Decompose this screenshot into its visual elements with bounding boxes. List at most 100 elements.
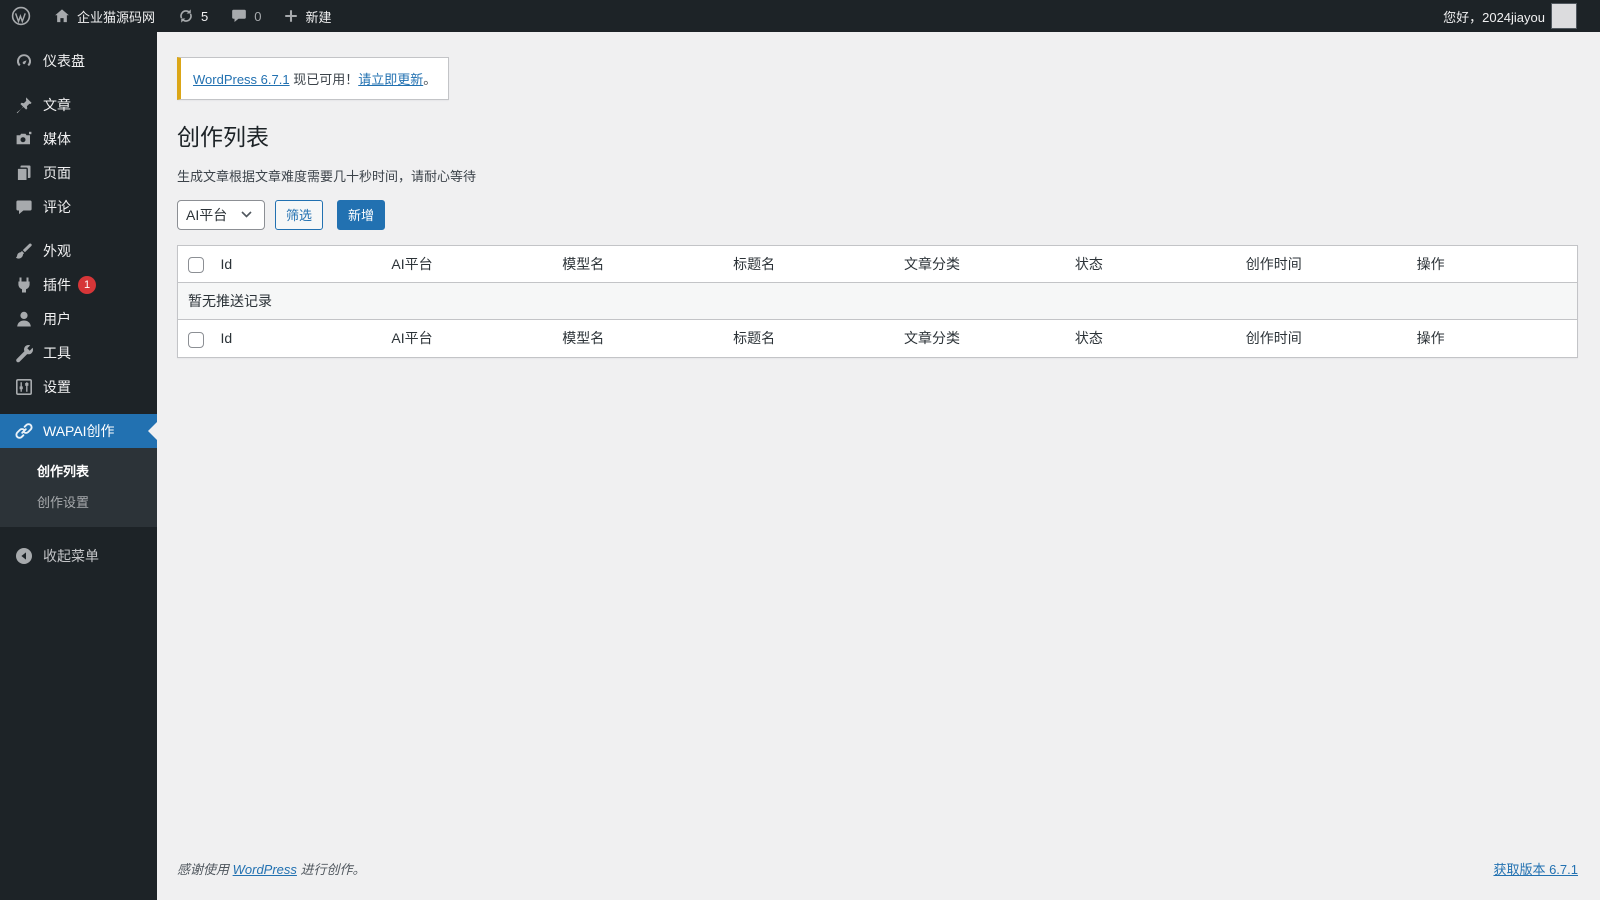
- notice-period: 。: [423, 72, 437, 87]
- new-content-label: 新建: [305, 9, 332, 25]
- sidebar-item-label: 设置: [43, 379, 71, 395]
- footer-wordpress-link[interactable]: WordPress: [233, 862, 297, 877]
- column-header-time: 创作时间: [1235, 245, 1407, 284]
- column-footer-status: 状态: [1064, 319, 1236, 358]
- chevron-down-icon: [241, 211, 252, 219]
- comment-icon: [230, 7, 248, 25]
- comments-link[interactable]: 0: [219, 0, 272, 32]
- wordpress-logo-icon: [11, 6, 31, 26]
- page-subtitle: 生成文章根据文章难度需要几十秒时间，请耐心等待: [177, 168, 477, 184]
- avatar: [1551, 3, 1577, 29]
- sidebar-item-label: WAPAI创作: [43, 423, 115, 439]
- footer-thanks-suffix: 进行创作。: [296, 862, 366, 877]
- site-name-label: 企业猫源码网: [77, 9, 156, 25]
- plug-icon: [14, 275, 34, 295]
- sidebar-item-comments[interactable]: 评论: [0, 190, 157, 224]
- wordpress-version-link[interactable]: WordPress 6.7.1: [193, 72, 290, 87]
- wapai-submenu: 创作列表 创作设置: [0, 448, 157, 527]
- admin-sidebar: 仪表盘 文章 媒体 页面 评论 外观 插件 1 用户 工具 设置 WAPAI创作…: [0, 32, 157, 900]
- sidebar-item-dashboard[interactable]: 仪表盘: [0, 44, 157, 78]
- dashboard-icon: [14, 51, 34, 71]
- column-header-actions: 操作: [1406, 245, 1578, 284]
- sidebar-item-wapai[interactable]: WAPAI创作: [0, 414, 157, 448]
- column-header-id: Id: [210, 245, 382, 284]
- sidebar-item-users[interactable]: 用户: [0, 302, 157, 336]
- comment-bubble-icon: [14, 197, 34, 217]
- menu-separator: [0, 224, 157, 234]
- column-footer-platform: AI平台: [381, 319, 553, 358]
- collapse-menu-label: 收起菜单: [43, 548, 99, 564]
- menu-separator: [0, 78, 157, 88]
- menu-separator: [0, 404, 157, 414]
- submenu-item-creation-list[interactable]: 创作列表: [0, 455, 157, 486]
- page-title: 创作列表: [177, 124, 269, 150]
- sidebar-item-plugins[interactable]: 插件 1: [0, 268, 157, 302]
- sidebar-item-label: 工具: [43, 345, 71, 361]
- table-footer-row: Id AI平台 模型名 标题名 文章分类 状态 创作时间 操作: [177, 319, 1578, 358]
- update-icon: [177, 7, 195, 25]
- comment-count: 0: [254, 8, 262, 24]
- wordpress-logo-menu[interactable]: [0, 0, 42, 32]
- admin-bar: 企业猫源码网 5 0 新建 您好，2024jiayou: [0, 0, 1600, 32]
- settings-sliders-icon: [14, 377, 34, 397]
- table-header-row: Id AI平台 模型名 标题名 文章分类 状态 创作时间 操作: [177, 245, 1578, 284]
- get-version-link[interactable]: 获取版本 6.7.1: [1493, 862, 1578, 877]
- creation-list-table: Id AI平台 模型名 标题名 文章分类 状态 创作时间 操作 暂无推送记录 I…: [177, 244, 1578, 358]
- home-icon: [53, 7, 71, 25]
- pushpin-icon: [14, 95, 34, 115]
- submenu-item-creation-settings[interactable]: 创作设置: [0, 486, 157, 517]
- sidebar-item-label: 仪表盘: [43, 53, 85, 69]
- filter-button[interactable]: 筛选: [275, 199, 324, 230]
- list-controls: AI平台 筛选 新增: [177, 199, 1578, 230]
- column-footer-category: 文章分类: [894, 319, 1065, 358]
- sidebar-item-posts[interactable]: 文章: [0, 88, 157, 122]
- media-icon: [14, 129, 34, 149]
- column-header-model: 模型名: [552, 245, 724, 284]
- footer-thanks-prefix: 感谢使用: [177, 862, 233, 877]
- user-icon: [14, 309, 34, 329]
- empty-message: 暂无推送记录: [177, 282, 1578, 320]
- collapse-arrow-icon: [14, 546, 34, 566]
- select-all-checkbox-bottom[interactable]: [188, 331, 204, 348]
- sidebar-item-label: 媒体: [43, 131, 71, 147]
- footer-thanks: 感谢使用 WordPress 进行创作。: [177, 859, 366, 878]
- column-header-platform: AI平台: [381, 245, 553, 284]
- sidebar-item-label: 文章: [43, 97, 71, 113]
- sidebar-item-pages[interactable]: 页面: [0, 156, 157, 190]
- column-header-status: 状态: [1064, 245, 1236, 284]
- column-footer-id: Id: [210, 319, 382, 358]
- update-now-link[interactable]: 请立即更新: [358, 72, 423, 87]
- plugins-update-badge: 1: [78, 276, 96, 294]
- ai-platform-select[interactable]: AI平台: [177, 199, 265, 230]
- main-content: WordPress 6.7.1 现已可用！请立即更新。 创作列表 生成文章根据文…: [157, 32, 1600, 900]
- empty-table-row: 暂无推送记录: [177, 282, 1578, 320]
- site-name-link[interactable]: 企业猫源码网: [42, 0, 166, 32]
- column-footer-model: 模型名: [552, 319, 724, 358]
- collapse-menu-button[interactable]: 收起菜单: [0, 539, 157, 573]
- plus-icon: [283, 8, 299, 24]
- notice-text: 现已可用！: [289, 72, 359, 87]
- sidebar-item-tools[interactable]: 工具: [0, 336, 157, 370]
- greeting-label: 您好，2024jiayou: [1443, 9, 1545, 25]
- sidebar-item-media[interactable]: 媒体: [0, 122, 157, 156]
- sidebar-item-label: 外观: [43, 243, 71, 259]
- wrench-icon: [14, 343, 34, 363]
- update-count: 5: [201, 8, 209, 24]
- updates-link[interactable]: 5: [166, 0, 219, 32]
- column-header-title: 标题名: [723, 245, 894, 284]
- sidebar-item-appearance[interactable]: 外观: [0, 234, 157, 268]
- new-content-button[interactable]: 新建: [272, 0, 342, 32]
- column-footer-time: 创作时间: [1235, 319, 1407, 358]
- chain-link-icon: [14, 421, 34, 441]
- sidebar-item-settings[interactable]: 设置: [0, 370, 157, 404]
- pages-icon: [14, 163, 34, 183]
- sidebar-item-label: 页面: [43, 165, 71, 181]
- sidebar-item-label: 插件: [43, 277, 71, 293]
- ai-platform-select-value: AI平台: [186, 206, 228, 223]
- my-account-menu[interactable]: 您好，2024jiayou: [1432, 0, 1588, 32]
- footer-version: 获取版本 6.7.1: [1493, 859, 1578, 878]
- add-button[interactable]: 新增: [337, 199, 386, 230]
- update-notice: WordPress 6.7.1 现已可用！请立即更新。: [177, 57, 450, 100]
- column-footer-title: 标题名: [723, 319, 894, 358]
- select-all-checkbox[interactable]: [188, 257, 204, 274]
